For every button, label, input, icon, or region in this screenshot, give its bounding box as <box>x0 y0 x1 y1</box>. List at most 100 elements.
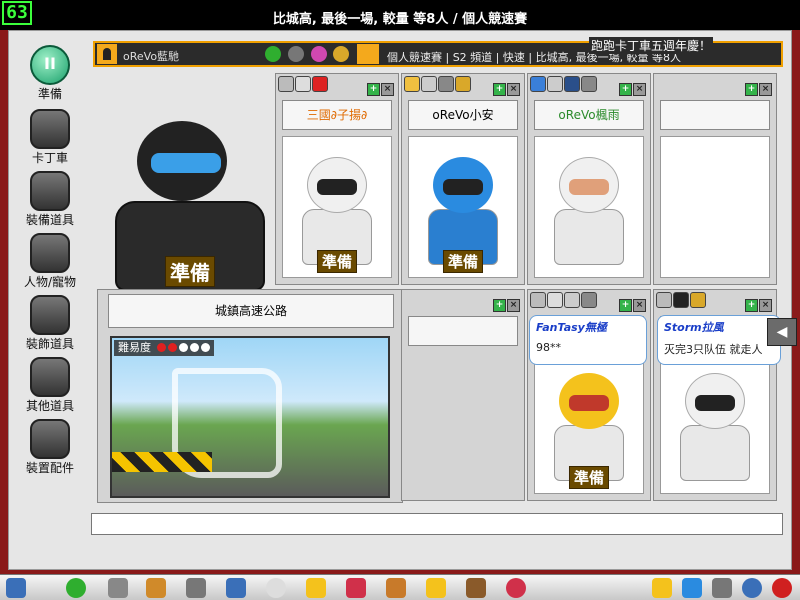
user-icon <box>97 44 117 64</box>
friends-icon[interactable] <box>682 578 702 598</box>
slot-close-button[interactable]: × <box>633 83 646 96</box>
flower-icon <box>530 76 546 92</box>
track-name[interactable]: 城鎮高速公路 <box>108 294 394 328</box>
slot-open-button[interactable]: + <box>367 83 380 96</box>
mode-icon <box>357 44 379 64</box>
player-name: 三國∂子揚∂ <box>282 100 392 130</box>
slot-close-button[interactable]: × <box>633 299 646 312</box>
character-icon[interactable] <box>146 578 166 598</box>
slot-open-button[interactable]: + <box>619 83 632 96</box>
flag-icon[interactable] <box>426 578 446 598</box>
difficulty-label: 難易度 <box>118 341 151 354</box>
slot-close-button[interactable]: × <box>507 83 520 96</box>
gear-icon[interactable] <box>186 578 206 598</box>
menu-equipment[interactable]: 裝備道具 <box>13 171 87 228</box>
badge-row <box>265 46 352 64</box>
shield-icon <box>421 76 437 92</box>
slot-header: + × <box>404 76 522 96</box>
hand-icon <box>404 76 420 92</box>
goggles <box>317 179 357 195</box>
shop-cart-icon[interactable] <box>108 578 128 598</box>
face <box>569 179 609 195</box>
slot-header: + × <box>404 292 522 312</box>
note-icon[interactable] <box>652 578 672 598</box>
slot-open-button[interactable]: + <box>619 299 632 312</box>
heart-icon[interactable] <box>346 578 366 598</box>
record-icon[interactable] <box>506 578 526 598</box>
brush-icon[interactable] <box>386 578 406 598</box>
search-icon[interactable] <box>742 578 762 598</box>
title-bar: 63 比城高, 最後一場, 較量 等8人 / 個人競速賽 <box>0 0 800 30</box>
slot-header: + × <box>656 292 774 312</box>
start-icon[interactable] <box>6 578 26 598</box>
room-title: 比城高, 最後一場, 較量 等8人 / 個人競速賽 <box>272 12 528 27</box>
player-name: oReVo楓雨 <box>534 100 644 130</box>
player-slot-5[interactable]: + × <box>401 289 525 501</box>
power-icon[interactable] <box>772 578 792 598</box>
decoration-icon <box>30 295 70 335</box>
host-goggles <box>151 153 221 173</box>
menu-kart[interactable]: 卡丁車 <box>13 109 87 166</box>
crest-icon <box>438 76 454 92</box>
box-icon[interactable] <box>226 578 246 598</box>
difficulty-dot <box>167 343 177 352</box>
book-icon[interactable] <box>466 578 486 598</box>
character-view: 準備 <box>408 136 518 278</box>
player-slot-2[interactable]: + × oReVo小安 準備 <box>401 73 525 285</box>
player-character <box>549 157 629 267</box>
bubble-sender: Storm拉風 <box>664 321 724 334</box>
collapse-panel-button[interactable]: ◀ <box>767 318 797 346</box>
host-username: oReVo藍馳 <box>123 50 180 63</box>
chat-input[interactable] <box>91 513 783 535</box>
character-view: 準備 <box>282 136 392 278</box>
slot-close-button[interactable]: × <box>759 83 772 96</box>
player-name <box>660 100 770 130</box>
shield-icon <box>564 292 580 308</box>
equipment-icon <box>30 171 70 211</box>
globe-icon[interactable] <box>266 578 286 598</box>
glove-icon <box>656 292 672 308</box>
parts-icon <box>30 419 70 459</box>
trophy-icon <box>455 76 471 92</box>
player-slot-1[interactable]: + × 三國∂子揚∂ 準備 <box>275 73 399 285</box>
kart-body <box>680 425 750 481</box>
menu-equipment-label: 裝備道具 <box>25 213 74 227</box>
goggles <box>695 395 735 411</box>
slot-header: + × <box>656 76 774 96</box>
taskbar <box>0 574 800 600</box>
menu-other-items[interactable]: 其他道具 <box>13 357 87 414</box>
slot-close-button[interactable]: × <box>381 83 394 96</box>
announcement-ticker: 跑跑卡丁車五週年慶！ <box>589 37 714 54</box>
menu-decoration[interactable]: 裝飾道具 <box>13 295 87 352</box>
puzzle-icon[interactable] <box>306 578 326 598</box>
menu-decoration-label: 裝飾道具 <box>25 337 74 351</box>
difficulty-dot <box>200 343 210 352</box>
other-items-icon <box>30 357 70 397</box>
bubble-sender: FanTasy無極 <box>536 321 607 334</box>
shield-icon <box>547 76 563 92</box>
slot-open-button[interactable]: + <box>493 83 506 96</box>
globe-icon <box>564 76 580 92</box>
tools-icon[interactable] <box>712 578 732 598</box>
difficulty-dots <box>155 341 210 354</box>
slot-close-button[interactable]: × <box>507 299 520 312</box>
player-slot-3[interactable]: + × oReVo楓雨 <box>527 73 651 285</box>
menu-character-pet[interactable]: 人物/寵物 <box>13 233 87 290</box>
menu-ready[interactable]: 準備 <box>13 45 87 102</box>
bubble-message: 98** <box>536 341 561 354</box>
slot-open-button[interactable]: + <box>745 299 758 312</box>
host-player[interactable]: 準備 <box>105 111 275 301</box>
player-name: oReVo小安 <box>408 100 518 130</box>
slot-close-button[interactable]: × <box>759 299 772 312</box>
menu-parts[interactable]: 裝置配件 <box>13 419 87 476</box>
menu-parts-label: 裝置配件 <box>25 461 74 475</box>
slot-header: + × <box>278 76 396 96</box>
back-icon[interactable] <box>66 578 86 598</box>
room-info-bar: oReVo藍馳 個人競速賽 | S2 頻道 | 快速 | 比城高, 最後一場, … <box>93 37 783 67</box>
slot-open-button[interactable]: + <box>745 83 758 96</box>
track-preview: 難易度 <box>110 336 390 498</box>
slot-open-button[interactable]: + <box>493 299 506 312</box>
crest-icon <box>581 76 597 92</box>
player-slot-4[interactable]: + × <box>653 73 777 285</box>
trophy-badge-icon <box>333 46 350 62</box>
